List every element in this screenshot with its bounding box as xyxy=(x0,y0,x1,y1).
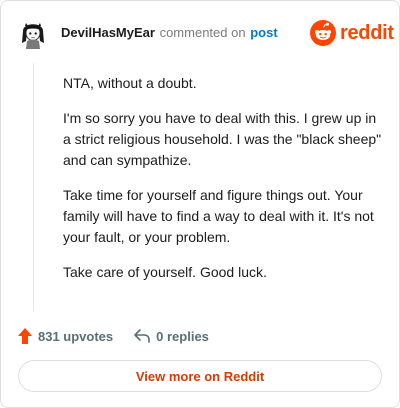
reply-arrow-icon[interactable] xyxy=(133,328,151,344)
view-more-on-reddit-button[interactable]: View more on Reddit xyxy=(18,360,382,392)
comment-paragraph: Take time for yourself and figure things… xyxy=(63,187,374,245)
comment-body: NTA, without a doubt. I'm so sorry you h… xyxy=(63,73,385,297)
comment-paragraph: NTA, without a doubt. xyxy=(63,75,197,91)
upvotes-count: 831 upvotes xyxy=(38,328,114,344)
user-avatar[interactable] xyxy=(17,17,49,49)
reddit-brand[interactable]: reddit xyxy=(310,20,394,46)
post-link[interactable]: post xyxy=(250,25,277,40)
reddit-wordmark: reddit xyxy=(340,21,394,44)
comment-embed-card: DevilHasMyEar commented on post reddit N… xyxy=(0,0,400,408)
comment-paragraph: Take care of yourself. Good luck. xyxy=(63,264,267,280)
replies-count: 0 replies xyxy=(156,328,209,344)
username[interactable]: DevilHasMyEar xyxy=(61,25,155,40)
replies[interactable]: 0 replies xyxy=(133,328,209,344)
comment-header: DevilHasMyEar commented on post xyxy=(61,25,278,41)
upvotes[interactable]: 831 upvotes xyxy=(17,327,113,345)
comment-paragraph: I'm so sorry you have to deal with this.… xyxy=(63,110,382,168)
reddit-logo-icon xyxy=(310,20,336,46)
upvote-arrow-icon[interactable] xyxy=(17,327,33,345)
commented-on-text: commented on xyxy=(159,25,246,40)
comment-footer: 831 upvotes 0 replies xyxy=(17,326,209,346)
thread-line[interactable] xyxy=(33,63,34,311)
